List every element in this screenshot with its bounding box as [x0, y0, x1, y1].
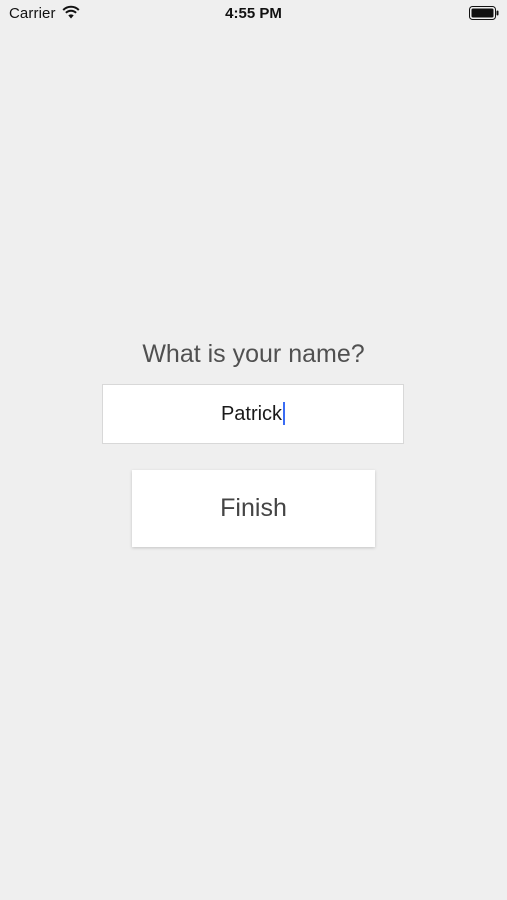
name-input[interactable]: Patrick	[102, 384, 404, 444]
finish-button[interactable]: Finish	[132, 470, 375, 547]
battery-icon	[469, 6, 499, 20]
status-bar: Carrier 4:55 PM	[0, 0, 507, 28]
status-time: 4:55 PM	[225, 5, 282, 22]
finish-button-label: Finish	[220, 494, 287, 522]
name-prompt: What is your name?	[142, 340, 365, 368]
name-input-value: Patrick	[220, 402, 283, 425]
text-caret	[283, 401, 286, 425]
